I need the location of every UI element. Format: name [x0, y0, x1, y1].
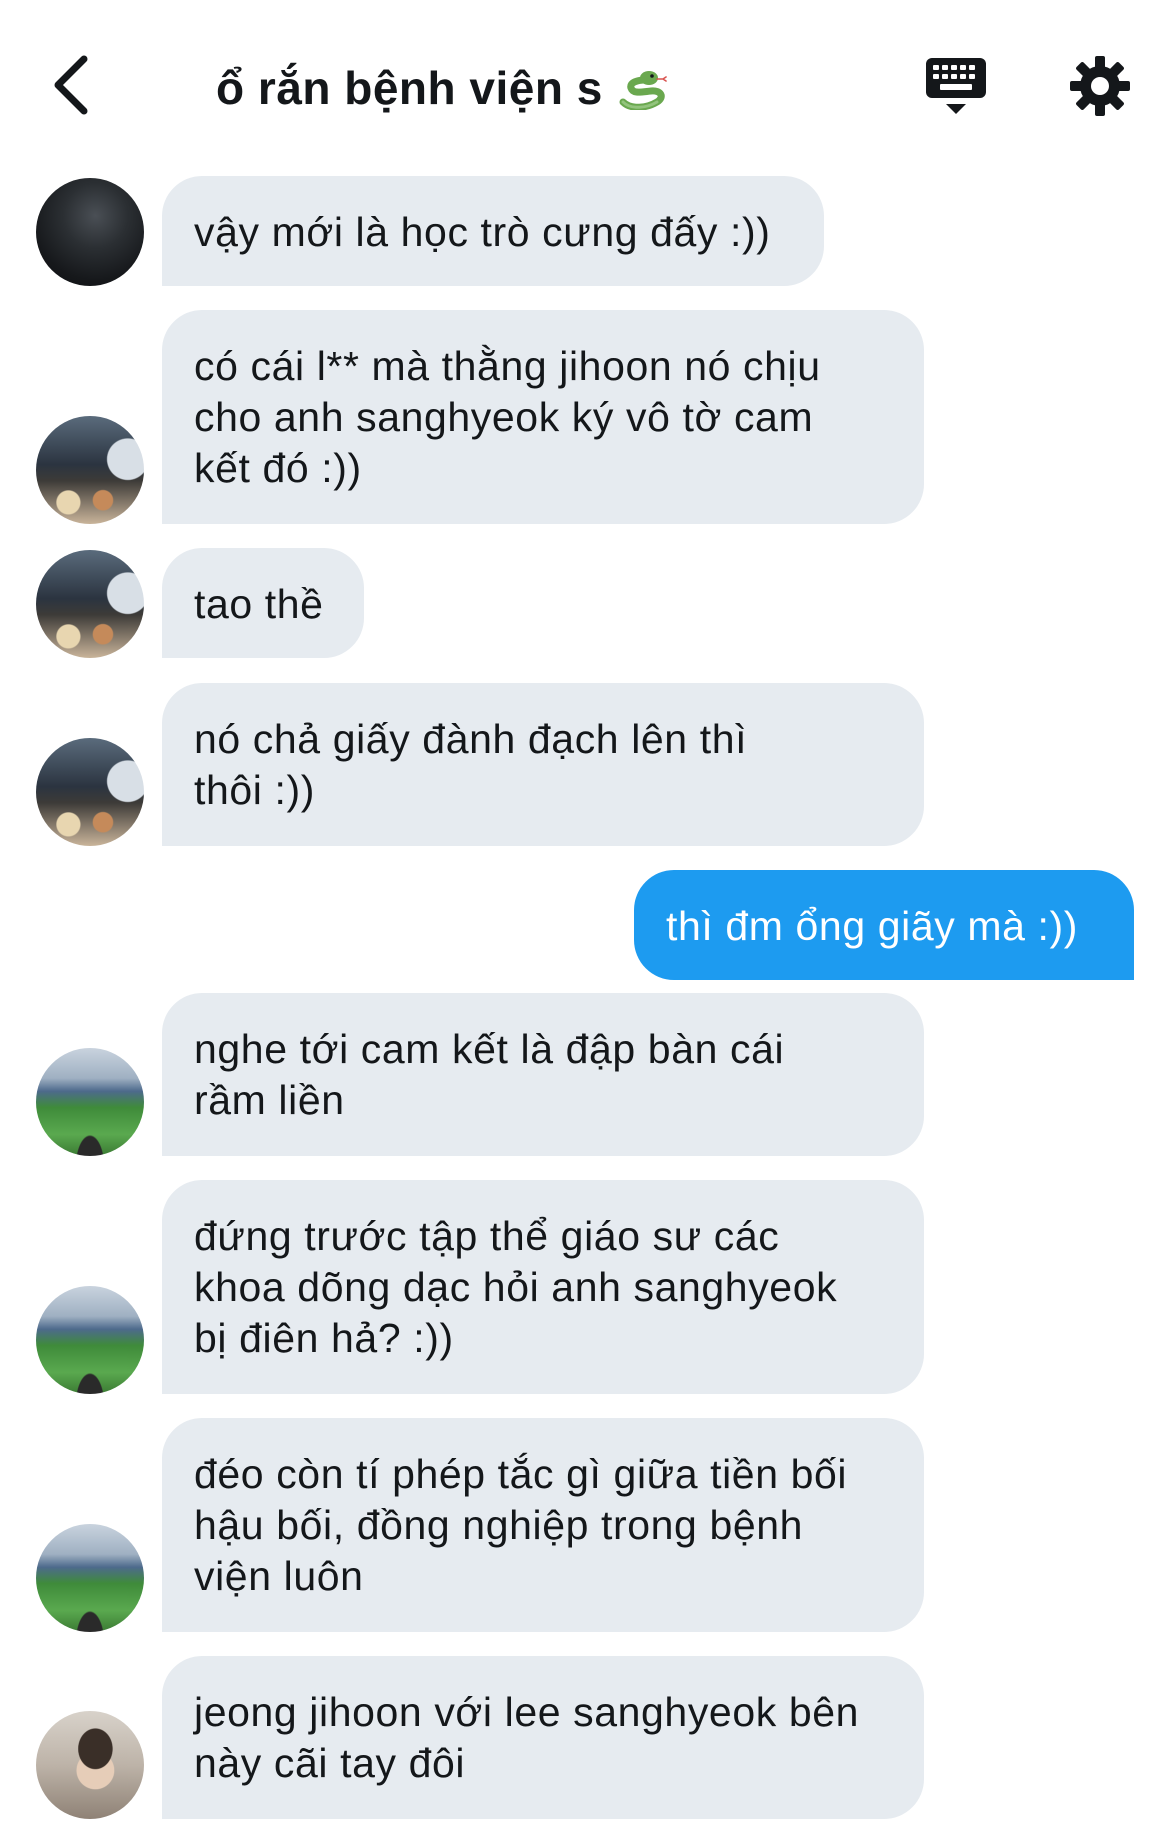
message-bubble[interactable]: đéo còn tí phép tắc gì giữa tiền bối hậu… [162, 1418, 924, 1632]
dm-conversation-screen: ổ rắn bệnh viện s vậy mới là học trò cưn… [0, 0, 1170, 1830]
message-bubble[interactable]: jeong jihoon với lee sanghyeok bên này c… [162, 1656, 924, 1819]
message-row: tao thề [0, 548, 1170, 658]
message-row: jeong jihoon với lee sanghyeok bên này c… [0, 1656, 1170, 1819]
message-row: nghe tới cam kết là đập bàn cái rầm liền [0, 993, 1170, 1156]
back-button[interactable] [40, 50, 100, 120]
message-bubble-outgoing[interactable]: thì đm ổng giãy mà :)) [634, 870, 1134, 980]
message-bubble[interactable]: nó chả giấy đành đạch lên thì thôi :)) [162, 683, 924, 846]
sender-avatar[interactable] [36, 1286, 144, 1394]
message-row: vậy mới là học trò cưng đấy :)) [0, 176, 1170, 286]
message-bubble[interactable]: tao thề [162, 548, 364, 658]
message-row: đứng trước tập thể giáo sư các khoa dõng… [0, 1180, 1170, 1394]
conversation-header: ổ rắn bệnh viện s [0, 0, 1170, 170]
gear-icon [1070, 56, 1130, 116]
message-row: nó chả giấy đành đạch lên thì thôi :)) [0, 683, 1170, 846]
snake-icon [617, 66, 667, 110]
sender-avatar[interactable] [36, 178, 144, 286]
keyboard-icon [926, 58, 986, 114]
message-bubble[interactable]: đứng trước tập thể giáo sư các khoa dõng… [162, 1180, 924, 1394]
message-bubble[interactable]: nghe tới cam kết là đập bàn cái rầm liền [162, 993, 924, 1156]
settings-button[interactable] [1068, 54, 1132, 118]
conversation-title[interactable]: ổ rắn bệnh viện s [216, 58, 667, 118]
conversation-title-text: ổ rắn bệnh viện s [216, 62, 603, 114]
keyboard-toggle-button[interactable] [924, 54, 988, 118]
chevron-left-icon [54, 55, 88, 115]
message-row: thì đm ổng giãy mà :)) [0, 870, 1170, 980]
sender-avatar[interactable] [36, 1711, 144, 1819]
sender-avatar[interactable] [36, 738, 144, 846]
message-row: có cái l** mà thằng jihoon nó chịu cho a… [0, 310, 1170, 524]
sender-avatar[interactable] [36, 550, 144, 658]
message-bubble[interactable]: vậy mới là học trò cưng đấy :)) [162, 176, 824, 286]
sender-avatar[interactable] [36, 416, 144, 524]
sender-avatar[interactable] [36, 1048, 144, 1156]
sender-avatar[interactable] [36, 1524, 144, 1632]
message-bubble[interactable]: có cái l** mà thằng jihoon nó chịu cho a… [162, 310, 924, 524]
message-row: đéo còn tí phép tắc gì giữa tiền bối hậu… [0, 1418, 1170, 1632]
